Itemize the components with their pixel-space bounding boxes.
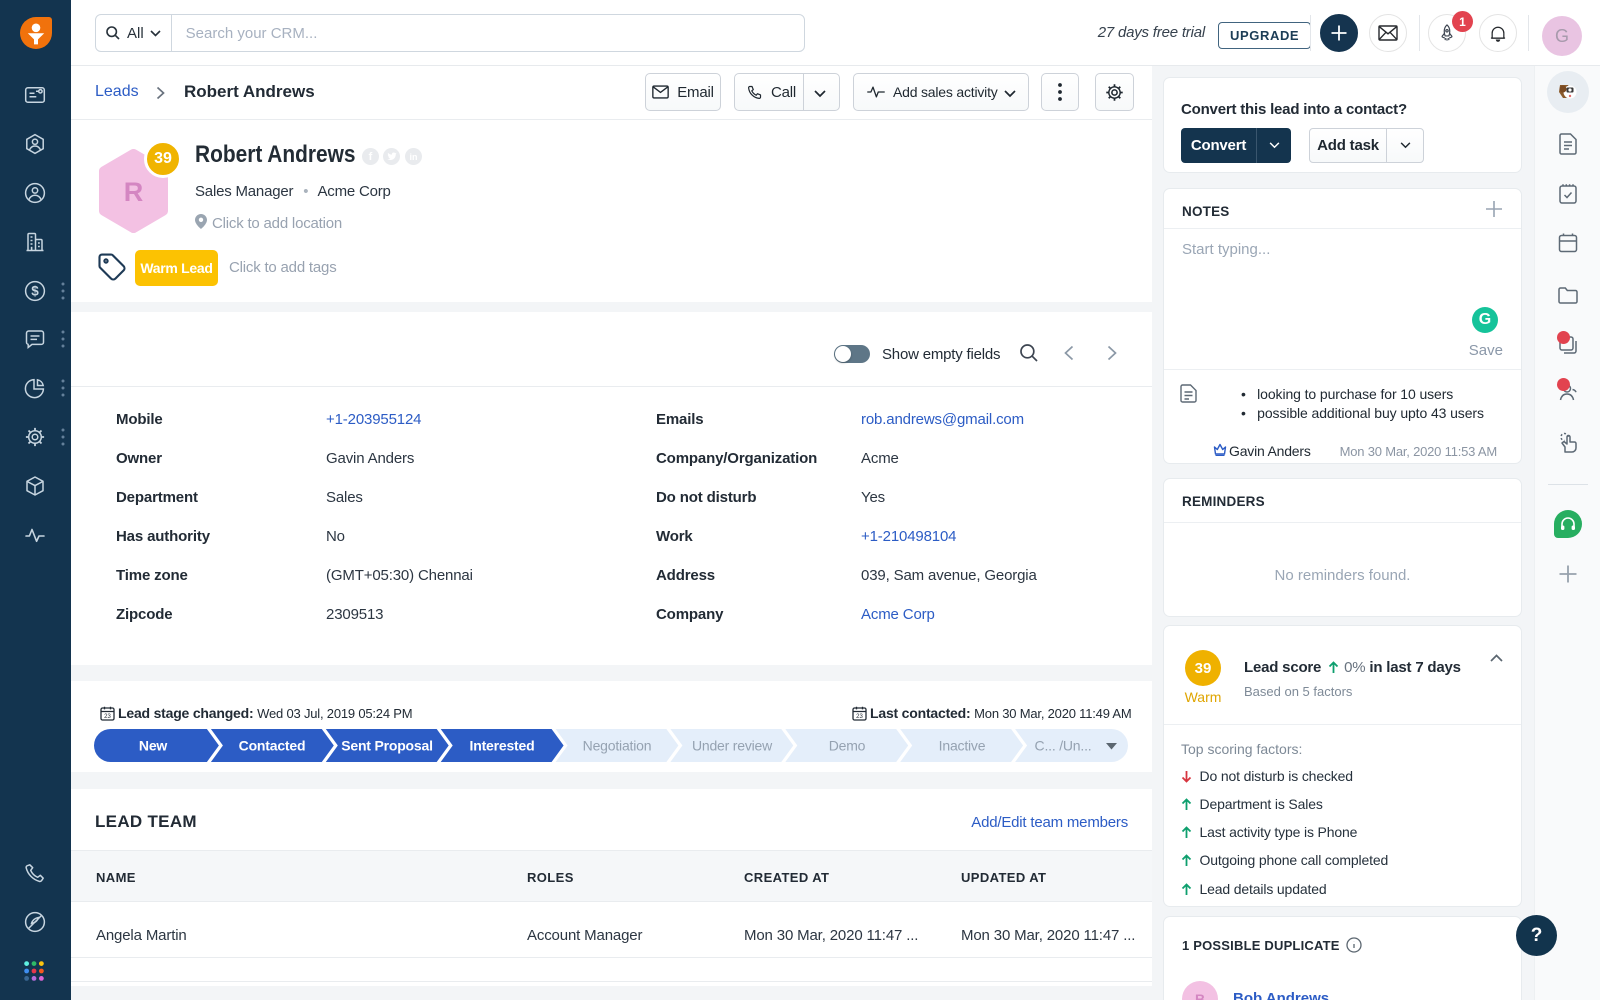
svg-text:Inactive: Inactive: [939, 738, 986, 754]
svg-text:Interested: Interested: [470, 738, 535, 754]
svg-text:Negotiation: Negotiation: [583, 738, 652, 754]
svg-text:23: 23: [856, 714, 863, 720]
svg-text:$: $: [31, 284, 39, 299]
svg-text:Demo: Demo: [829, 738, 866, 754]
svg-text:New: New: [139, 738, 167, 754]
svg-text:C... /Un...: C... /Un...: [1035, 738, 1092, 754]
svg-text:23: 23: [104, 714, 111, 720]
svg-text:Sent Proposal: Sent Proposal: [341, 738, 433, 754]
svg-text:R: R: [124, 177, 144, 207]
svg-text:Under review: Under review: [692, 738, 773, 754]
svg-text:Contacted: Contacted: [239, 738, 306, 754]
